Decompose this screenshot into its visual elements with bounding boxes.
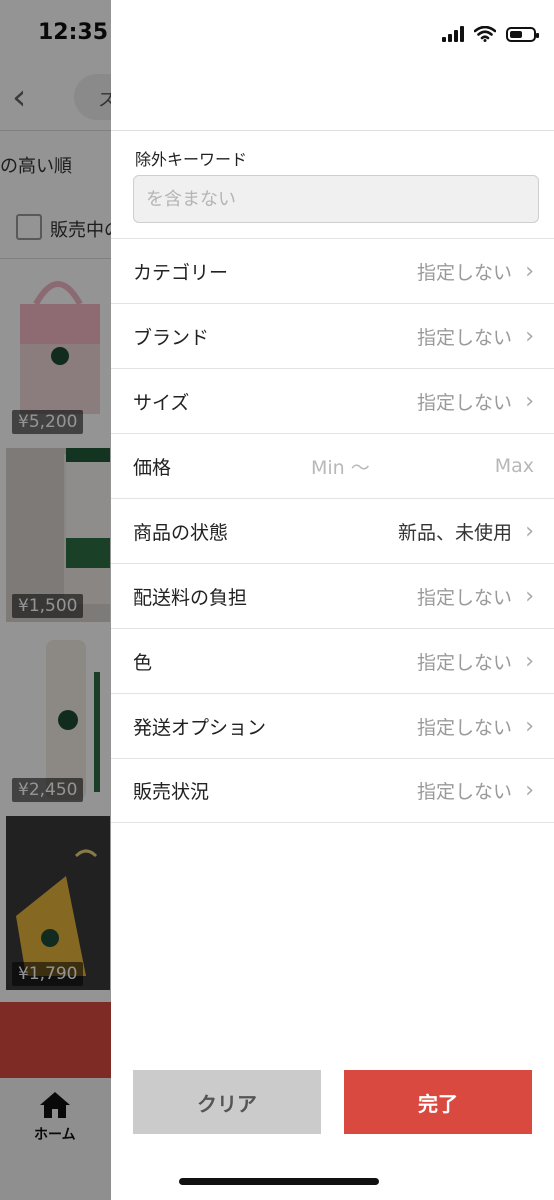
row-label: 発送オプション — [133, 716, 267, 739]
filter-row-color[interactable]: 色 指定しない › — [111, 628, 554, 693]
row-value: 指定しない — [416, 261, 512, 284]
row-value: 指定しない — [416, 326, 512, 349]
chevron-right-icon: › — [525, 648, 534, 674]
battery-icon — [506, 26, 539, 42]
chevron-right-icon: › — [525, 583, 534, 609]
row-value: 指定しない — [416, 586, 512, 609]
home-indicator[interactable] — [179, 1178, 379, 1185]
filter-row-shipping-fee[interactable]: 配送料の負担 指定しない › — [111, 563, 554, 628]
signal-icon — [442, 26, 464, 42]
row-value: 指定しない — [416, 391, 512, 414]
exclude-keyword-input[interactable] — [133, 175, 539, 223]
filter-row-brand[interactable]: ブランド 指定しない › — [111, 303, 554, 368]
filter-rows: カテゴリー 指定しない › ブランド 指定しない › サイズ 指定しない › 価… — [111, 238, 554, 823]
filter-row-size[interactable]: サイズ 指定しない › — [111, 368, 554, 433]
row-label: 配送料の負担 — [133, 586, 248, 609]
row-value: 指定しない — [416, 716, 512, 739]
chevron-right-icon: › — [525, 778, 534, 803]
filter-panel: 除外キーワード カテゴリー 指定しない › ブランド 指定しない › サイズ 指… — [111, 0, 554, 1200]
row-label: 商品の状態 — [133, 521, 229, 544]
row-label: 色 — [133, 651, 153, 674]
clear-button[interactable]: クリア — [133, 1070, 321, 1134]
chevron-right-icon: › — [525, 388, 534, 414]
row-label: カテゴリー — [133, 261, 229, 284]
row-label: サイズ — [133, 391, 190, 414]
row-label: ブランド — [133, 326, 210, 349]
filter-row-category[interactable]: カテゴリー 指定しない › — [111, 238, 554, 303]
row-value: 指定しない — [416, 651, 512, 674]
chevron-right-icon: › — [525, 323, 534, 349]
filter-row-condition[interactable]: 商品の状態 新品、未使用 › — [111, 498, 554, 563]
exclude-keyword-label: 除外キーワード — [135, 150, 248, 169]
filter-row-price: 価格 Min 〜 Max — [111, 433, 554, 498]
chevron-right-icon: › — [525, 518, 534, 544]
price-max-input[interactable]: Max — [495, 455, 534, 477]
done-button[interactable]: 完了 — [344, 1070, 532, 1134]
row-value: 新品、未使用 — [397, 521, 512, 544]
divider — [111, 130, 554, 131]
status-icons — [442, 26, 539, 42]
row-value: 指定しない — [416, 781, 512, 803]
row-label: 価格 — [133, 456, 172, 479]
filter-row-sale-status[interactable]: 販売状況 指定しない › — [111, 758, 554, 823]
price-min-input[interactable]: Min 〜 — [311, 453, 370, 480]
row-label: 販売状況 — [133, 781, 210, 803]
chevron-right-icon: › — [525, 713, 534, 739]
wifi-icon — [474, 26, 496, 42]
filter-row-shipping-option[interactable]: 発送オプション 指定しない › — [111, 693, 554, 758]
chevron-right-icon: › — [525, 258, 534, 284]
